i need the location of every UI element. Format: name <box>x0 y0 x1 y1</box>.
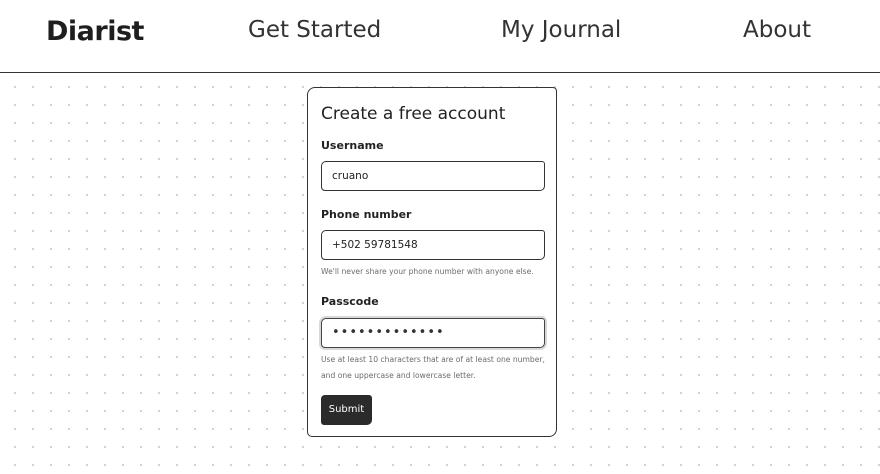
navbar: Diarist Get Started My Journal About <box>0 0 880 73</box>
signup-card: Create a free account Username cruano Ph… <box>307 87 557 437</box>
submit-button[interactable]: Submit <box>321 395 372 425</box>
nav-link-get-started[interactable]: Get Started <box>248 17 381 43</box>
nav-link-my-journal[interactable]: My Journal <box>501 17 621 43</box>
nav-link-about[interactable]: About <box>743 17 811 43</box>
passcode-help-text: Use at least 10 characters that are of a… <box>321 355 545 380</box>
phone-help-text: We'll never share your phone number with… <box>321 267 534 276</box>
phone-label: Phone number <box>321 208 412 221</box>
username-value: cruano <box>332 170 369 182</box>
page: Diarist Get Started My Journal About Cre… <box>0 0 880 474</box>
form-title: Create a free account <box>321 104 506 124</box>
phone-input[interactable]: +502 59781548 <box>321 230 545 260</box>
username-label: Username <box>321 139 384 152</box>
username-input[interactable]: cruano <box>321 161 545 191</box>
brand-logo[interactable]: Diarist <box>46 16 144 47</box>
passcode-input[interactable]: ••••••••••••• <box>321 318 545 348</box>
passcode-label: Passcode <box>321 295 379 308</box>
passcode-value: ••••••••••••• <box>332 325 445 340</box>
phone-value: +502 59781548 <box>332 239 418 251</box>
